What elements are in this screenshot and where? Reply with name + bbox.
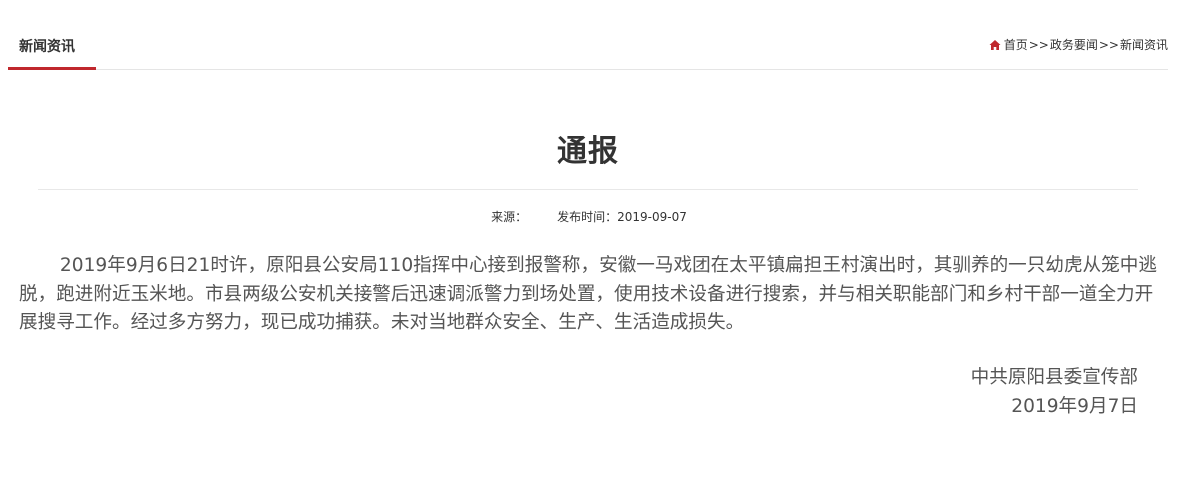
source-label: 来源： [491, 210, 528, 224]
breadcrumb: 首页 >> 政务要闻 >> 新闻资讯 [989, 36, 1168, 53]
publish-date: 2019-09-07 [617, 210, 687, 224]
signature-date: 2019年9月7日 [1011, 395, 1138, 417]
article-signature: 中共原阳县委宣传部 2019年9月7日 [971, 364, 1138, 421]
breadcrumb-separator: >> [1028, 37, 1049, 52]
home-icon [989, 39, 1001, 50]
section-tab-news[interactable]: 新闻资讯 [8, 24, 96, 70]
title-divider [38, 189, 1138, 190]
article-meta: 来源： 发布时间：2019-09-07 [0, 208, 1178, 225]
breadcrumb-home-link[interactable]: 首页 [1004, 36, 1028, 53]
section-tab-label: 新闻资讯 [19, 39, 75, 55]
signature-org: 中共原阳县委宣传部 [970, 367, 1138, 388]
breadcrumb-level2-link[interactable]: 新闻资讯 [1120, 36, 1168, 53]
breadcrumb-level1-link[interactable]: 政务要闻 [1050, 36, 1098, 53]
article-body: 2019年9月6日21时许，原阳县公安局110指挥中心接到报警称，安徽一马戏团在… [19, 255, 1157, 333]
article-title: 通报 [557, 134, 619, 169]
breadcrumb-separator: >> [1098, 37, 1119, 52]
publish-time-label: 发布时间： [557, 210, 618, 224]
header-bar: 新闻资讯 首页 >> 政务要闻 >> 新闻资讯 [8, 0, 1168, 70]
